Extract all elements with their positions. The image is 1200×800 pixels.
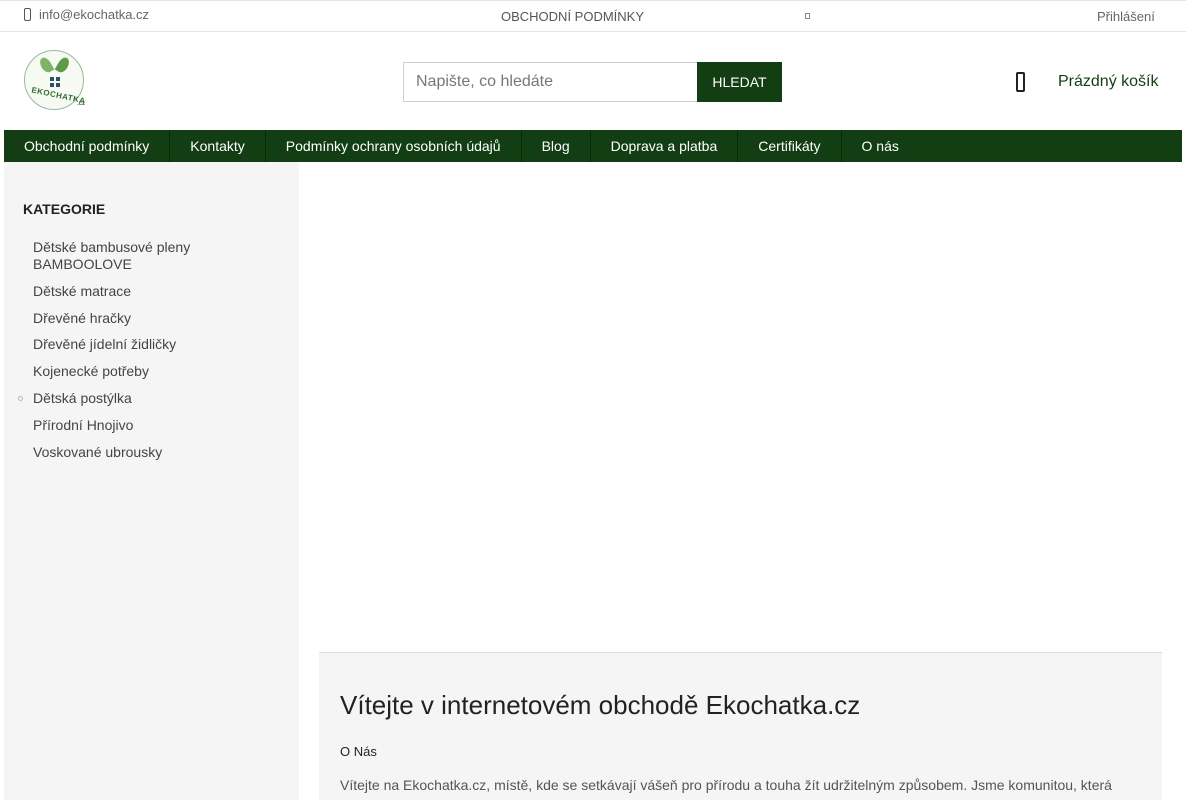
cart-label: Prázdný košík <box>1058 73 1159 90</box>
cart-icon <box>1016 72 1025 92</box>
category-item[interactable]: Kojenecké potřeby <box>4 363 299 380</box>
top-bar: info@ekochatka.cz OBCHODNÍ PODMÍNKY Přih… <box>0 0 1186 32</box>
search-input[interactable] <box>403 62 697 102</box>
category-item[interactable]: Dětské matrace <box>4 283 299 300</box>
logo[interactable]: EKOCHATKA .cz <box>24 50 86 110</box>
nav-item-terms[interactable]: Obchodní podmínky <box>4 130 171 162</box>
cart[interactable]: Prázdný košík <box>1016 72 1158 92</box>
house-icon <box>50 77 60 87</box>
category-item[interactable]: Voskované ubrousky <box>4 444 299 461</box>
welcome-title: Vítejte v internetovém obchodě Ekochatka… <box>340 690 861 720</box>
sidebar-title: KATEGORIE <box>23 201 106 217</box>
main-content: Vítejte v internetovém obchodě Ekochatka… <box>319 162 1162 800</box>
welcome-subtitle: O Nás <box>340 744 377 759</box>
leaf-icon <box>37 55 55 75</box>
category-list: Dětské bambusové pleny BAMBOOLOVE Dětské… <box>4 239 299 470</box>
category-item[interactable]: Dětská postýlka <box>4 390 299 407</box>
category-item[interactable]: Dřevěné jídelní židličky <box>4 336 299 353</box>
welcome-section: Vítejte v internetovém obchodě Ekochatka… <box>319 652 1162 800</box>
phone-icon <box>24 8 31 21</box>
email-text: info@ekochatka.cz <box>39 7 150 22</box>
welcome-text: Vítejte na Ekochatka.cz, místě, kde se s… <box>340 777 1112 793</box>
category-item[interactable]: Dětské bambusové pleny BAMBOOLOVE <box>4 239 299 273</box>
category-item[interactable]: Přírodní Hnojivo <box>4 417 299 434</box>
nav-item-certificates[interactable]: Certifikáty <box>738 130 842 162</box>
sidebar: KATEGORIE Dětské bambusové pleny BAMBOOL… <box>4 162 299 800</box>
main-nav: Obchodní podmínky Kontakty Podmínky ochr… <box>4 130 1182 162</box>
nav-item-blog[interactable]: Blog <box>522 130 591 162</box>
search-button[interactable]: HLEDAT <box>697 62 782 102</box>
logo-suffix: .cz <box>77 101 86 107</box>
search-form: HLEDAT <box>403 62 782 102</box>
nav-item-shipping[interactable]: Doprava a platba <box>591 130 739 162</box>
contact-email[interactable]: info@ekochatka.cz <box>24 7 149 22</box>
dropdown-icon[interactable] <box>805 13 810 19</box>
banner-area <box>319 162 1162 652</box>
category-item[interactable]: Dřevěné hračky <box>4 310 299 327</box>
nav-item-about[interactable]: O nás <box>842 130 919 162</box>
nav-item-privacy[interactable]: Podmínky ochrany osobních údajů <box>266 130 522 162</box>
header: EKOCHATKA .cz HLEDAT Prázdný košík <box>0 32 1186 130</box>
leaf-icon <box>54 55 72 75</box>
top-terms-link[interactable]: OBCHODNÍ PODMÍNKY <box>501 9 644 24</box>
login-link[interactable]: Přihlášení <box>1097 9 1155 24</box>
nav-item-contacts[interactable]: Kontakty <box>170 130 266 162</box>
